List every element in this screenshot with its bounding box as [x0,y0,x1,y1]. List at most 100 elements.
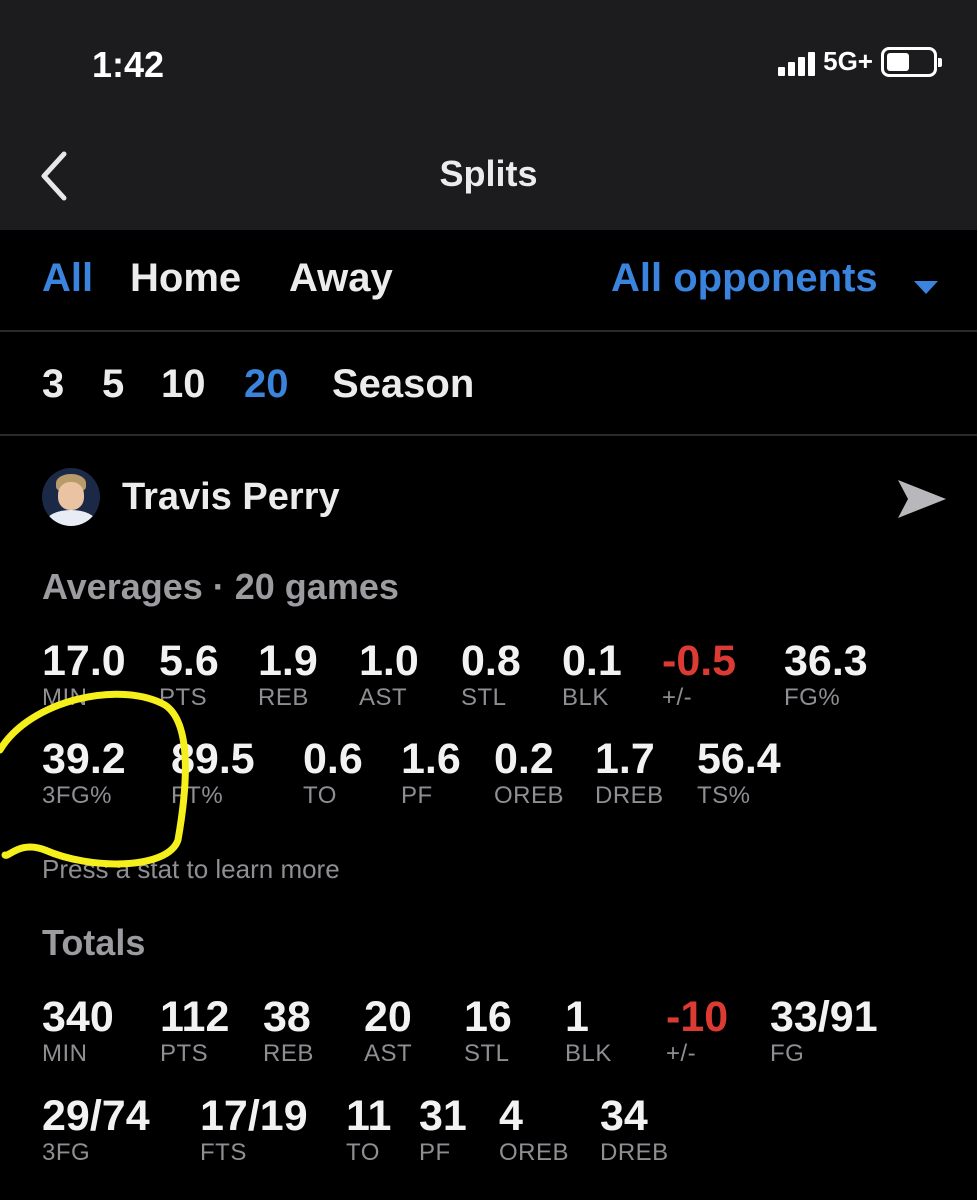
stat-value: 340 [42,993,114,1041]
total-stat-min[interactable]: 340 MIN [42,995,114,1068]
avg-stat-oreb[interactable]: 0.2 OREB [494,737,564,810]
total-stat-plus-minus[interactable]: -10 +/- [666,995,728,1068]
range-20[interactable]: 20 [244,362,289,407]
stat-value: 36.3 [784,637,868,685]
totals-title: Totals [42,922,146,963]
stat-label: AST [359,684,408,711]
caret-down-icon[interactable] [914,281,938,300]
filter-away[interactable]: Away [289,256,393,301]
stat-value: 1 [565,993,589,1041]
total-stat-ast[interactable]: 20 AST [364,995,412,1068]
total-stat-to[interactable]: 11 TO [346,1094,391,1167]
top-bar [0,0,977,230]
stat-label: REB [258,684,309,711]
stat-value: 38 [263,993,311,1041]
stat-label: TO [346,1139,380,1166]
stat-value: 0.8 [461,637,521,685]
stat-label: TS% [697,782,751,809]
stat-value: 17.0 [42,637,126,685]
stat-label: PF [401,782,433,809]
stat-value: 16 [464,993,512,1041]
stat-value: 1.9 [258,637,318,685]
stat-label: DREB [595,782,664,809]
stat-value: 17/19 [200,1092,308,1140]
stat-value: 31 [419,1092,467,1140]
avg-stat-fg-pct[interactable]: 36.3 FG% [784,639,868,712]
stat-value: 11 [346,1092,392,1140]
stat-label: REB [263,1040,314,1067]
total-stat-oreb[interactable]: 4 OREB [499,1094,569,1167]
filter-all[interactable]: All [42,256,93,301]
battery-icon [881,46,942,77]
status-indicators: 5G+ [778,46,942,77]
stat-value: 20 [364,993,412,1041]
stat-value: -0.5 [662,637,737,685]
stat-value: 1.6 [401,735,461,783]
stat-label: +/- [662,684,693,711]
stat-label: PTS [160,1040,209,1067]
send-arrow-icon[interactable] [896,476,948,522]
opponent-dropdown[interactable]: All opponents [611,256,878,301]
stat-label: FG% [784,684,841,711]
stat-value: 1.7 [595,735,655,783]
stat-value: 0.1 [562,637,622,685]
avg-stat-dreb[interactable]: 1.7 DREB [595,737,664,810]
range-season[interactable]: Season [332,362,474,407]
avg-stat-stl[interactable]: 0.8 STL [461,639,521,712]
stat-label: STL [464,1040,510,1067]
stat-value: 56.4 [697,735,781,783]
stat-label: TO [303,782,337,809]
total-stat-3fg[interactable]: 29/74 3FG [42,1094,150,1167]
avg-stat-plus-minus[interactable]: -0.5 +/- [662,639,736,712]
stat-label: DREB [600,1139,669,1166]
player-name[interactable]: Travis Perry [122,476,340,519]
avatar[interactable] [42,468,100,526]
signal-bars-icon [778,48,816,76]
stat-label: FG [770,1040,805,1067]
range-10[interactable]: 10 [161,362,206,407]
stat-label: OREB [494,782,565,809]
stat-value: 5.6 [159,637,219,685]
stat-label: BLK [565,1040,612,1067]
total-stat-fg[interactable]: 33/91 FG [770,995,878,1068]
annotation-circle [0,680,200,875]
total-stat-reb[interactable]: 38 REB [263,995,314,1068]
avg-stat-ast[interactable]: 1.0 AST [359,639,419,712]
total-stat-blk[interactable]: 1 BLK [565,995,612,1068]
total-stat-pf[interactable]: 31 PF [419,1094,467,1167]
stat-label: FTS [200,1139,247,1166]
range-3[interactable]: 3 [42,362,64,407]
total-stat-pts[interactable]: 112 PTS [160,995,229,1068]
stat-label: 3FG [42,1139,91,1166]
stat-value: -10 [666,993,729,1041]
avg-stat-to[interactable]: 0.6 TO [303,737,363,810]
avg-stat-reb[interactable]: 1.9 REB [258,639,318,712]
stat-value: 1.0 [359,637,419,685]
averages-title: Averages · 20 games [42,566,399,607]
page-title: Splits [439,153,538,194]
total-stat-dreb[interactable]: 34 DREB [600,1094,669,1167]
stat-label: AST [364,1040,413,1067]
stat-value: 112 [160,993,230,1041]
avg-stat-ts-pct[interactable]: 56.4 TS% [697,737,781,810]
network-label: 5G+ [823,46,873,76]
stat-label: STL [461,684,507,711]
stat-label: MIN [42,1040,88,1067]
stat-label: +/- [666,1040,697,1067]
stat-value: 4 [499,1092,523,1140]
stat-value: 0.6 [303,735,363,783]
stat-label: OREB [499,1139,570,1166]
stat-value: 33/91 [770,993,878,1041]
total-stat-stl[interactable]: 16 STL [464,995,512,1068]
stat-value: 0.2 [494,735,554,783]
avg-stat-blk[interactable]: 0.1 BLK [562,639,622,712]
range-5[interactable]: 5 [102,362,124,407]
total-stat-fts[interactable]: 17/19 FTS [200,1094,308,1167]
stat-label: BLK [562,684,609,711]
avg-stat-pf[interactable]: 1.6 PF [401,737,461,810]
stat-value: 34 [600,1092,648,1140]
game-range-row [0,334,977,436]
filter-home[interactable]: Home [130,256,241,301]
stat-value: 29/74 [42,1092,150,1140]
stat-label: PF [419,1139,451,1166]
